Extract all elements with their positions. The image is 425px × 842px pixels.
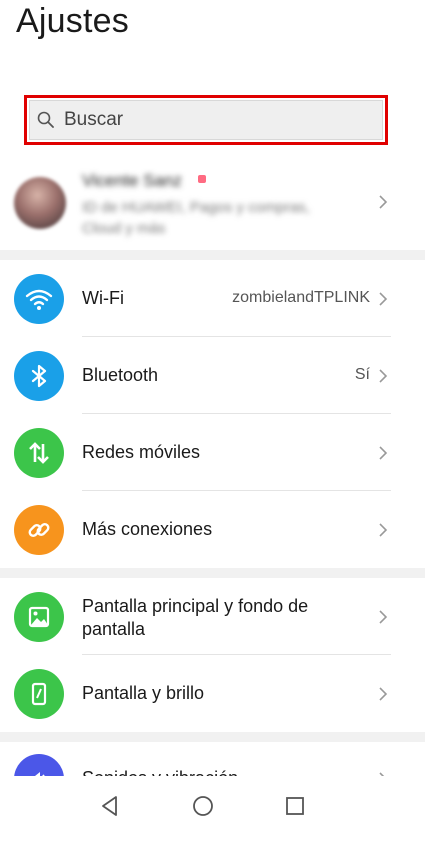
settings-item-wifi[interactable]: Wi-Fi zombielandTPLINK <box>0 260 425 337</box>
avatar <box>14 177 66 229</box>
search-input[interactable] <box>62 108 356 132</box>
recents-icon[interactable] <box>283 794 307 818</box>
account-name: Vicente Sanz <box>82 171 182 190</box>
bluetooth-icon <box>14 351 64 401</box>
chevron-right-icon <box>377 523 389 537</box>
search-icon <box>36 110 56 130</box>
section-divider <box>0 732 425 742</box>
section-divider <box>0 568 425 578</box>
chevron-right-icon <box>377 195 389 209</box>
chevron-right-icon <box>377 292 389 306</box>
search-bar[interactable] <box>29 100 383 140</box>
settings-item-value: Sí <box>354 366 370 383</box>
settings-item-label: Wi-Fi <box>82 288 124 308</box>
settings-item-display[interactable]: Pantalla y brillo <box>0 655 425 732</box>
settings-item-label: Más conexiones <box>82 519 213 539</box>
settings-item-label: Pantalla principal y fondo de pantalla <box>82 596 309 639</box>
link-icon <box>14 505 64 555</box>
mobile-data-icon <box>14 428 64 478</box>
settings-item-label: Pantalla y brillo <box>82 683 205 703</box>
settings-item-bluetooth[interactable]: Bluetooth Sí <box>0 337 425 414</box>
navigation-bar <box>0 776 425 842</box>
account-subtitle: ID de HUAWEI, Pagos y compras, Cloud y m… <box>82 199 310 237</box>
settings-item-wallpaper[interactable]: Pantalla principal y fondo de pantalla <box>0 578 425 655</box>
settings-item-value: zombielandTPLINK <box>232 289 370 306</box>
wallpaper-icon <box>14 592 64 642</box>
chevron-right-icon <box>377 446 389 460</box>
chevron-right-icon <box>377 687 389 701</box>
notification-dot <box>198 175 206 183</box>
home-icon[interactable] <box>191 794 215 818</box>
section-divider <box>0 250 425 260</box>
chevron-right-icon <box>377 610 389 624</box>
settings-item-mobile-networks[interactable]: Redes móviles <box>0 414 425 491</box>
settings-item-more-connections[interactable]: Más conexiones <box>0 491 425 568</box>
settings-item-label: Redes móviles <box>82 442 201 462</box>
back-icon[interactable] <box>98 794 122 818</box>
settings-item-label: Bluetooth <box>82 365 159 385</box>
chevron-right-icon <box>377 369 389 383</box>
page-title: Ajustes <box>16 2 129 40</box>
wifi-icon <box>14 274 64 324</box>
account-row[interactable]: Vicente Sanz ID de HUAWEI, Pagos y compr… <box>0 165 425 247</box>
search-highlight <box>24 95 388 145</box>
display-brightness-icon <box>14 669 64 719</box>
